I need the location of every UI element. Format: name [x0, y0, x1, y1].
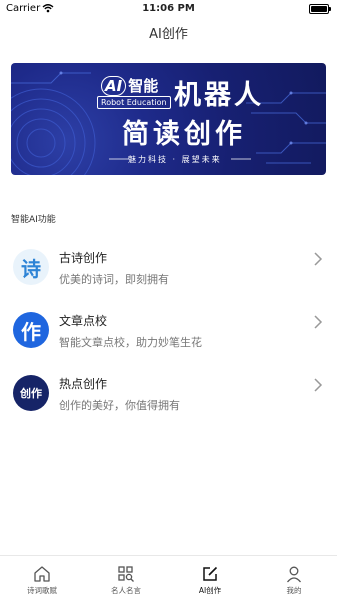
banner-headline-2: 简读创作	[122, 119, 246, 150]
nav-bar: AI创作	[0, 20, 337, 52]
hot-create-icon: 创作	[13, 375, 49, 411]
proofread-icon: 作	[13, 312, 49, 348]
banner-slogan: 魅力科技 · 展望未来	[128, 155, 222, 164]
page-title: AI创作	[149, 27, 188, 42]
chevron-right-icon	[314, 315, 323, 329]
feature-item-poem[interactable]: 诗 古诗创作 优美的诗词，即刻拥有	[0, 245, 337, 305]
feature-subtitle: 智能文章点校，助力妙笔生花	[59, 336, 202, 349]
tab-ai-create[interactable]: AI创作	[178, 565, 242, 596]
feature-title: 古诗创作	[59, 251, 108, 265]
banner-headline-1: 机器人	[174, 80, 264, 111]
status-bar: Carrier 11:06 PM	[0, 0, 337, 20]
tab-label: 名人名言	[111, 586, 141, 595]
feature-title: 文章点校	[59, 314, 108, 328]
battery-icon	[309, 4, 331, 14]
tab-profile[interactable]: 我的	[262, 565, 326, 596]
home-icon	[34, 566, 50, 582]
tab-label: 我的	[286, 586, 302, 595]
section-title: 智能AI功能	[11, 215, 56, 225]
search-doc-icon	[118, 566, 134, 582]
person-icon	[286, 566, 302, 583]
banner-robot-education: Robot Education	[97, 96, 171, 109]
poem-icon: 诗	[13, 249, 49, 285]
feature-subtitle: 优美的诗词，即刻拥有	[59, 273, 169, 286]
chevron-right-icon	[314, 378, 323, 392]
tab-quotes[interactable]: 名人名言	[94, 565, 158, 596]
feature-item-hot-create[interactable]: 创作 热点创作 创作的美好，你值得拥有	[0, 371, 337, 431]
tab-label: 诗词歌赋	[27, 586, 57, 595]
feature-item-proofread[interactable]: 作 文章点校 智能文章点校，助力妙笔生花	[0, 308, 337, 368]
banner-ai-label: AI 智能	[101, 75, 158, 96]
promo-banner[interactable]: AI 智能 Robot Education 机器人 简读创作 魅力科技 · 展望未…	[11, 63, 326, 175]
chevron-right-icon	[314, 252, 323, 266]
clock: 11:06 PM	[142, 3, 195, 14]
edit-icon	[203, 566, 218, 581]
tab-bar: 诗词歌赋 名人名言 AI创作 我的	[0, 555, 337, 600]
tab-poetry[interactable]: 诗词歌赋	[10, 565, 74, 596]
feature-subtitle: 创作的美好，你值得拥有	[59, 399, 180, 412]
feature-title: 热点创作	[59, 377, 108, 391]
tab-label: AI创作	[198, 586, 222, 595]
